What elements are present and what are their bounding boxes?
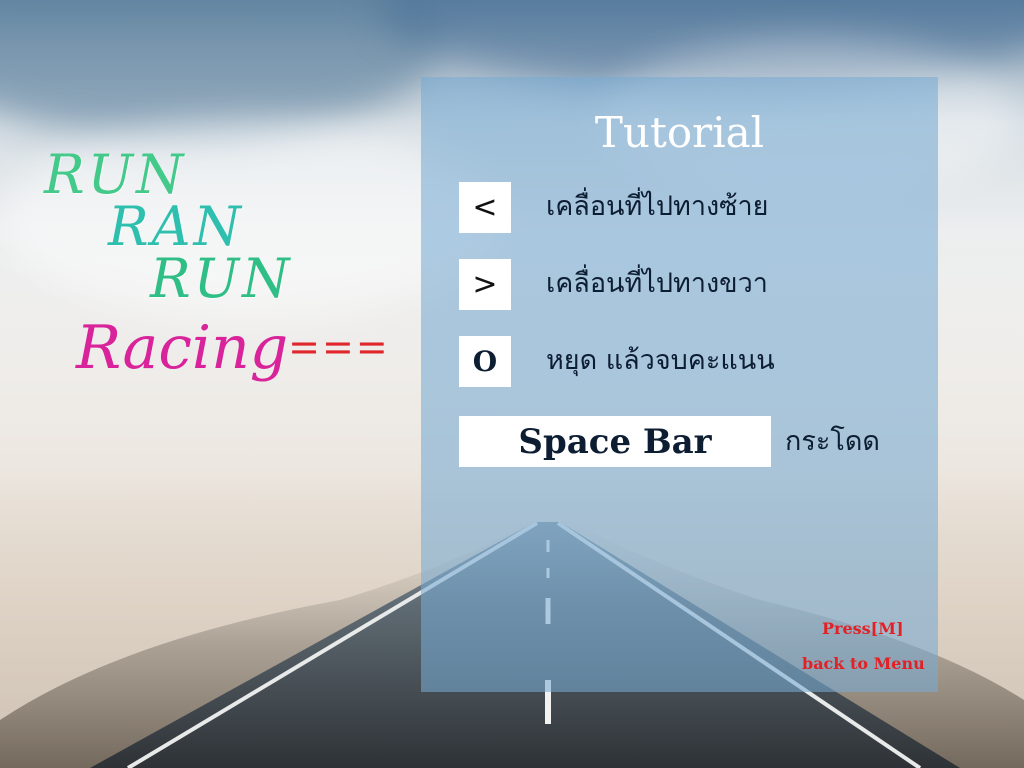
key-space-bar: Space Bar: [459, 416, 771, 467]
key-right-arrow: >: [459, 259, 511, 310]
tutorial-title-text: Tutorial: [594, 108, 765, 157]
key-space-description: กระโดด: [785, 426, 880, 457]
logo-racing-suffix: ===: [288, 325, 390, 369]
logo-ran: RAN: [108, 195, 244, 258]
key-right-description: เคลื่อนที่ไปทางขวา: [546, 268, 768, 299]
back-to-menu-hint-label: back to Menu: [802, 654, 925, 673]
logo-run-top: RUN: [44, 143, 187, 206]
tutorial-title: Tutorial: [421, 108, 938, 157]
back-to-menu-hint-key: Press[M]: [822, 619, 904, 638]
logo-racing-text: Racing: [76, 313, 289, 383]
key-left-description: เคลื่อนที่ไปทางซ้าย: [546, 191, 769, 222]
logo-run-bottom: RUN: [150, 247, 293, 310]
key-stop-description: หยุด แล้วจบคะแนน: [546, 345, 775, 376]
logo-racing: Racing===: [76, 318, 390, 378]
key-stop: O: [459, 336, 511, 387]
key-left-arrow: <: [459, 182, 511, 233]
game-screen: RUN RAN RUN Racing=== Tutorial < เคลื่อน…: [0, 0, 1024, 768]
